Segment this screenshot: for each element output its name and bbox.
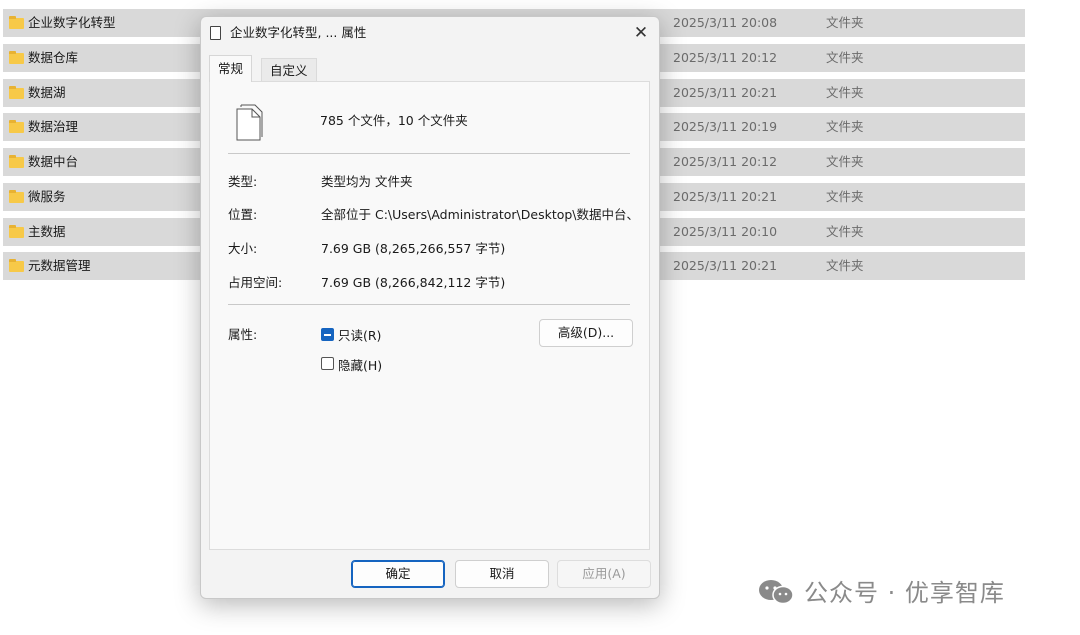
dialog-titlebar[interactable]: 企业数字化转型, ... 属性 ✕ xyxy=(201,17,659,49)
folder-icon xyxy=(9,86,24,99)
location-label: 位置: xyxy=(228,207,258,222)
folder-icon xyxy=(9,51,24,64)
disk-size-label: 占用空间: xyxy=(228,275,283,290)
advanced-button[interactable]: 高级(D)... xyxy=(539,319,633,347)
folder-icon xyxy=(9,259,24,272)
readonly-label[interactable]: 只读(R) xyxy=(338,325,381,344)
folder-icon xyxy=(9,16,24,29)
file-name: 主数据 xyxy=(28,224,66,239)
readonly-checkbox[interactable] xyxy=(321,328,334,341)
size-value: 7.69 GB (8,265,266,557 字节) xyxy=(321,241,506,256)
file-date: 2025/3/11 20:21 xyxy=(673,189,778,204)
type-label: 类型: xyxy=(228,174,258,189)
hidden-label[interactable]: 隐藏(H) xyxy=(338,355,382,374)
hidden-checkbox[interactable] xyxy=(321,357,334,370)
file-name: 数据治理 xyxy=(28,119,79,134)
folder-icon xyxy=(9,225,24,238)
disk-size-value: 7.69 GB (8,266,842,112 字节) xyxy=(321,275,506,290)
file-date: 2025/3/11 20:21 xyxy=(673,258,778,273)
tab-custom[interactable]: 自定义 xyxy=(261,58,317,82)
file-date: 2025/3/11 20:12 xyxy=(673,50,778,65)
location-value: 全部位于 C:\Users\Administrator\Desktop\数据中台… xyxy=(321,207,640,222)
folder-icon xyxy=(9,120,24,133)
document-icon xyxy=(210,26,221,40)
file-date: 2025/3/11 20:19 xyxy=(673,119,778,134)
file-type: 文件夹 xyxy=(826,85,864,100)
close-button[interactable]: ✕ xyxy=(627,19,655,47)
apply-button[interactable]: 应用(A) xyxy=(557,560,651,588)
file-date: 2025/3/11 20:12 xyxy=(673,154,778,169)
file-name: 数据仓库 xyxy=(28,50,79,65)
ok-button[interactable]: 确定 xyxy=(351,560,445,588)
file-count-summary: 785 个文件，10 个文件夹 xyxy=(320,113,468,128)
properties-dialog: 企业数字化转型, ... 属性 ✕ 常规 自定义 785 个文件，10 个文件夹… xyxy=(200,16,660,599)
folder-icon xyxy=(9,155,24,168)
file-type: 文件夹 xyxy=(826,154,864,169)
size-label: 大小: xyxy=(228,241,258,256)
file-type: 文件夹 xyxy=(826,189,864,204)
file-date: 2025/3/11 20:08 xyxy=(673,15,778,30)
file-name: 数据湖 xyxy=(28,85,66,100)
tab-general[interactable]: 常规 xyxy=(209,55,253,82)
file-name: 微服务 xyxy=(28,189,66,204)
file-type: 文件夹 xyxy=(826,119,864,134)
watermark-text: 公众号 · 优享智库 xyxy=(804,579,1005,607)
folder-icon xyxy=(9,190,24,203)
file-name: 数据中台 xyxy=(28,154,79,169)
general-panel: 785 个文件，10 个文件夹 类型: 类型均为 文件夹 位置: 全部位于 C:… xyxy=(209,81,650,550)
file-type: 文件夹 xyxy=(826,50,864,65)
file-date: 2025/3/11 20:10 xyxy=(673,224,778,239)
file-type: 文件夹 xyxy=(826,224,864,239)
file-date: 2025/3/11 20:21 xyxy=(673,85,778,100)
file-type: 文件夹 xyxy=(826,15,864,30)
divider xyxy=(228,153,630,154)
attributes-label: 属性: xyxy=(228,327,258,342)
file-type: 文件夹 xyxy=(826,258,864,273)
wechat-icon xyxy=(759,580,794,605)
cancel-button[interactable]: 取消 xyxy=(455,560,549,588)
dialog-title: 企业数字化转型, ... 属性 xyxy=(230,25,367,40)
type-value: 类型均为 文件夹 xyxy=(321,174,413,189)
file-name: 元数据管理 xyxy=(28,258,91,273)
file-name: 企业数字化转型 xyxy=(28,15,116,30)
divider xyxy=(228,304,630,305)
multiple-files-icon xyxy=(236,104,263,141)
